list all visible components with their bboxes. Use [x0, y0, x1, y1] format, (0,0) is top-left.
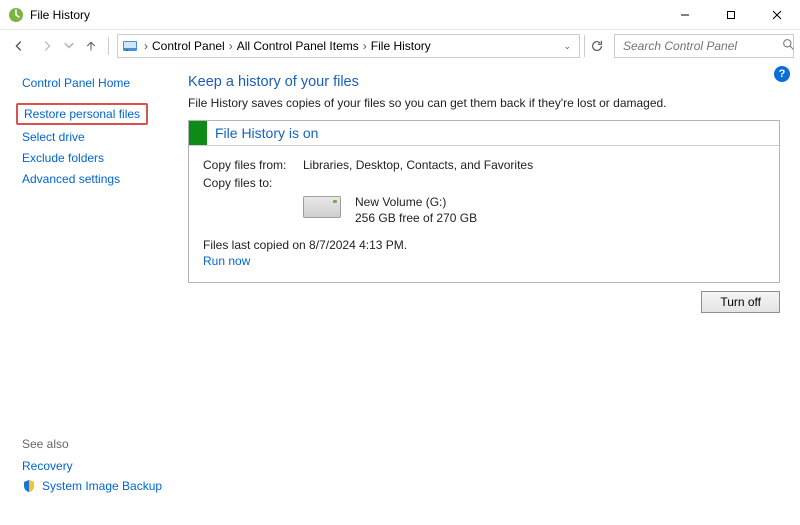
drive-name: New Volume (G:): [355, 194, 477, 210]
control-panel-icon: [122, 38, 138, 54]
sidebar-home-link[interactable]: Control Panel Home: [22, 76, 130, 90]
see-also-system-image-backup[interactable]: System Image Backup: [42, 479, 162, 493]
shield-icon: [22, 479, 36, 493]
panel-header: File History is on: [189, 121, 779, 146]
chevron-right-icon[interactable]: ›: [361, 39, 369, 53]
close-button[interactable]: [754, 0, 800, 30]
sidebar: Control Panel Home Restore personal file…: [0, 62, 180, 525]
sidebar-exclude-folders[interactable]: Exclude folders: [22, 151, 104, 165]
content-area: Control Panel Home Restore personal file…: [0, 62, 800, 525]
chevron-right-icon[interactable]: ›: [227, 39, 235, 53]
copy-from-value: Libraries, Desktop, Contacts, and Favori…: [303, 158, 533, 172]
search-box[interactable]: [614, 34, 794, 58]
sidebar-restore-personal-files[interactable]: Restore personal files: [16, 103, 148, 125]
app-icon: [8, 7, 24, 23]
breadcrumb-item[interactable]: Control Panel: [152, 39, 225, 53]
address-dropdown-icon[interactable]: ⌄: [559, 41, 575, 52]
maximize-button[interactable]: [708, 0, 754, 30]
address-bar[interactable]: › Control Panel › All Control Panel Item…: [117, 34, 580, 58]
navigation-bar: › Control Panel › All Control Panel Item…: [0, 30, 800, 62]
chevron-right-icon[interactable]: ›: [142, 39, 150, 53]
panel-body: Copy files from: Libraries, Desktop, Con…: [189, 146, 779, 282]
window-title: File History: [30, 8, 90, 22]
last-copy-text: Files last copied on 8/7/2024 4:13 PM.: [203, 238, 765, 252]
see-also-recovery[interactable]: Recovery: [22, 459, 73, 473]
forward-button[interactable]: [34, 33, 60, 59]
copy-to-label: Copy files to:: [203, 176, 287, 190]
minimize-button[interactable]: [662, 0, 708, 30]
breadcrumb-item[interactable]: All Control Panel Items: [237, 39, 359, 53]
page-description: File History saves copies of your files …: [188, 96, 780, 110]
breadcrumb-item[interactable]: File History: [371, 39, 431, 53]
panel-header-text: File History is on: [207, 121, 326, 145]
title-bar: File History: [0, 0, 800, 30]
search-icon[interactable]: [782, 38, 795, 54]
drive-icon: [303, 196, 341, 218]
sidebar-advanced-settings[interactable]: Advanced settings: [22, 172, 120, 186]
run-now-link[interactable]: Run now: [203, 254, 250, 268]
copy-from-label: Copy files from:: [203, 158, 287, 172]
status-strip: [189, 121, 207, 145]
refresh-button[interactable]: [584, 35, 608, 57]
back-button[interactable]: [6, 33, 32, 59]
page-title: Keep a history of your files: [188, 74, 780, 90]
main-pane: Keep a history of your files File Histor…: [180, 62, 800, 525]
search-input[interactable]: [621, 38, 782, 54]
up-button[interactable]: [78, 33, 104, 59]
recent-locations-button[interactable]: [62, 33, 76, 59]
drive-free-space: 256 GB free of 270 GB: [355, 210, 477, 226]
sidebar-select-drive[interactable]: Select drive: [22, 130, 85, 144]
nav-divider: [108, 37, 109, 55]
file-history-panel: File History is on Copy files from: Libr…: [188, 120, 780, 283]
see-also-heading: See also: [22, 437, 170, 451]
window-controls: [662, 0, 800, 30]
turn-off-button[interactable]: Turn off: [701, 291, 780, 313]
